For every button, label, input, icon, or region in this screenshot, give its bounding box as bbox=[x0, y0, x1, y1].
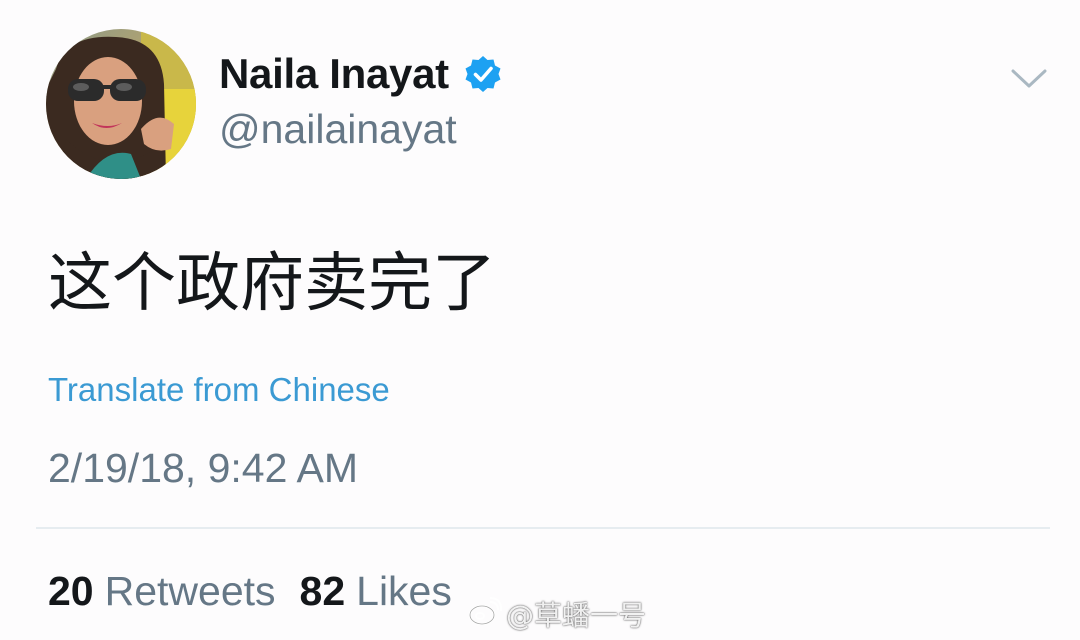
divider bbox=[36, 527, 1050, 529]
retweets-stat[interactable]: 20 Retweets bbox=[48, 568, 276, 615]
avatar[interactable] bbox=[46, 29, 196, 179]
tweet-text: 这个政府卖完了 bbox=[48, 247, 496, 321]
watermark: @草蟠一号 bbox=[468, 594, 646, 634]
tweet-stats: 20 Retweets 82 Likes bbox=[48, 568, 452, 615]
author-handle[interactable]: @nailainayat bbox=[219, 106, 457, 153]
watermark-text: @草蟠一号 bbox=[506, 599, 647, 632]
retweets-count: 20 bbox=[48, 568, 94, 614]
verified-badge-icon bbox=[463, 54, 503, 94]
tweet-timestamp[interactable]: 2/19/18, 9:42 AM bbox=[48, 445, 358, 492]
translate-link[interactable]: Translate from Chinese bbox=[48, 371, 390, 409]
chevron-down-icon[interactable] bbox=[1009, 66, 1049, 92]
likes-stat[interactable]: 82 Likes bbox=[300, 568, 452, 615]
likes-count: 82 bbox=[299, 568, 346, 614]
retweets-label: Retweets bbox=[104, 568, 276, 614]
tweet-card: Naila Inayat @nailainayat 这个政府卖完了 Transl… bbox=[0, 0, 1080, 640]
author-display-name-row[interactable]: Naila Inayat bbox=[219, 50, 503, 98]
author-display-name[interactable]: Naila Inayat bbox=[219, 50, 449, 98]
likes-label: Likes bbox=[356, 568, 452, 614]
weibo-logo-icon bbox=[468, 596, 506, 633]
